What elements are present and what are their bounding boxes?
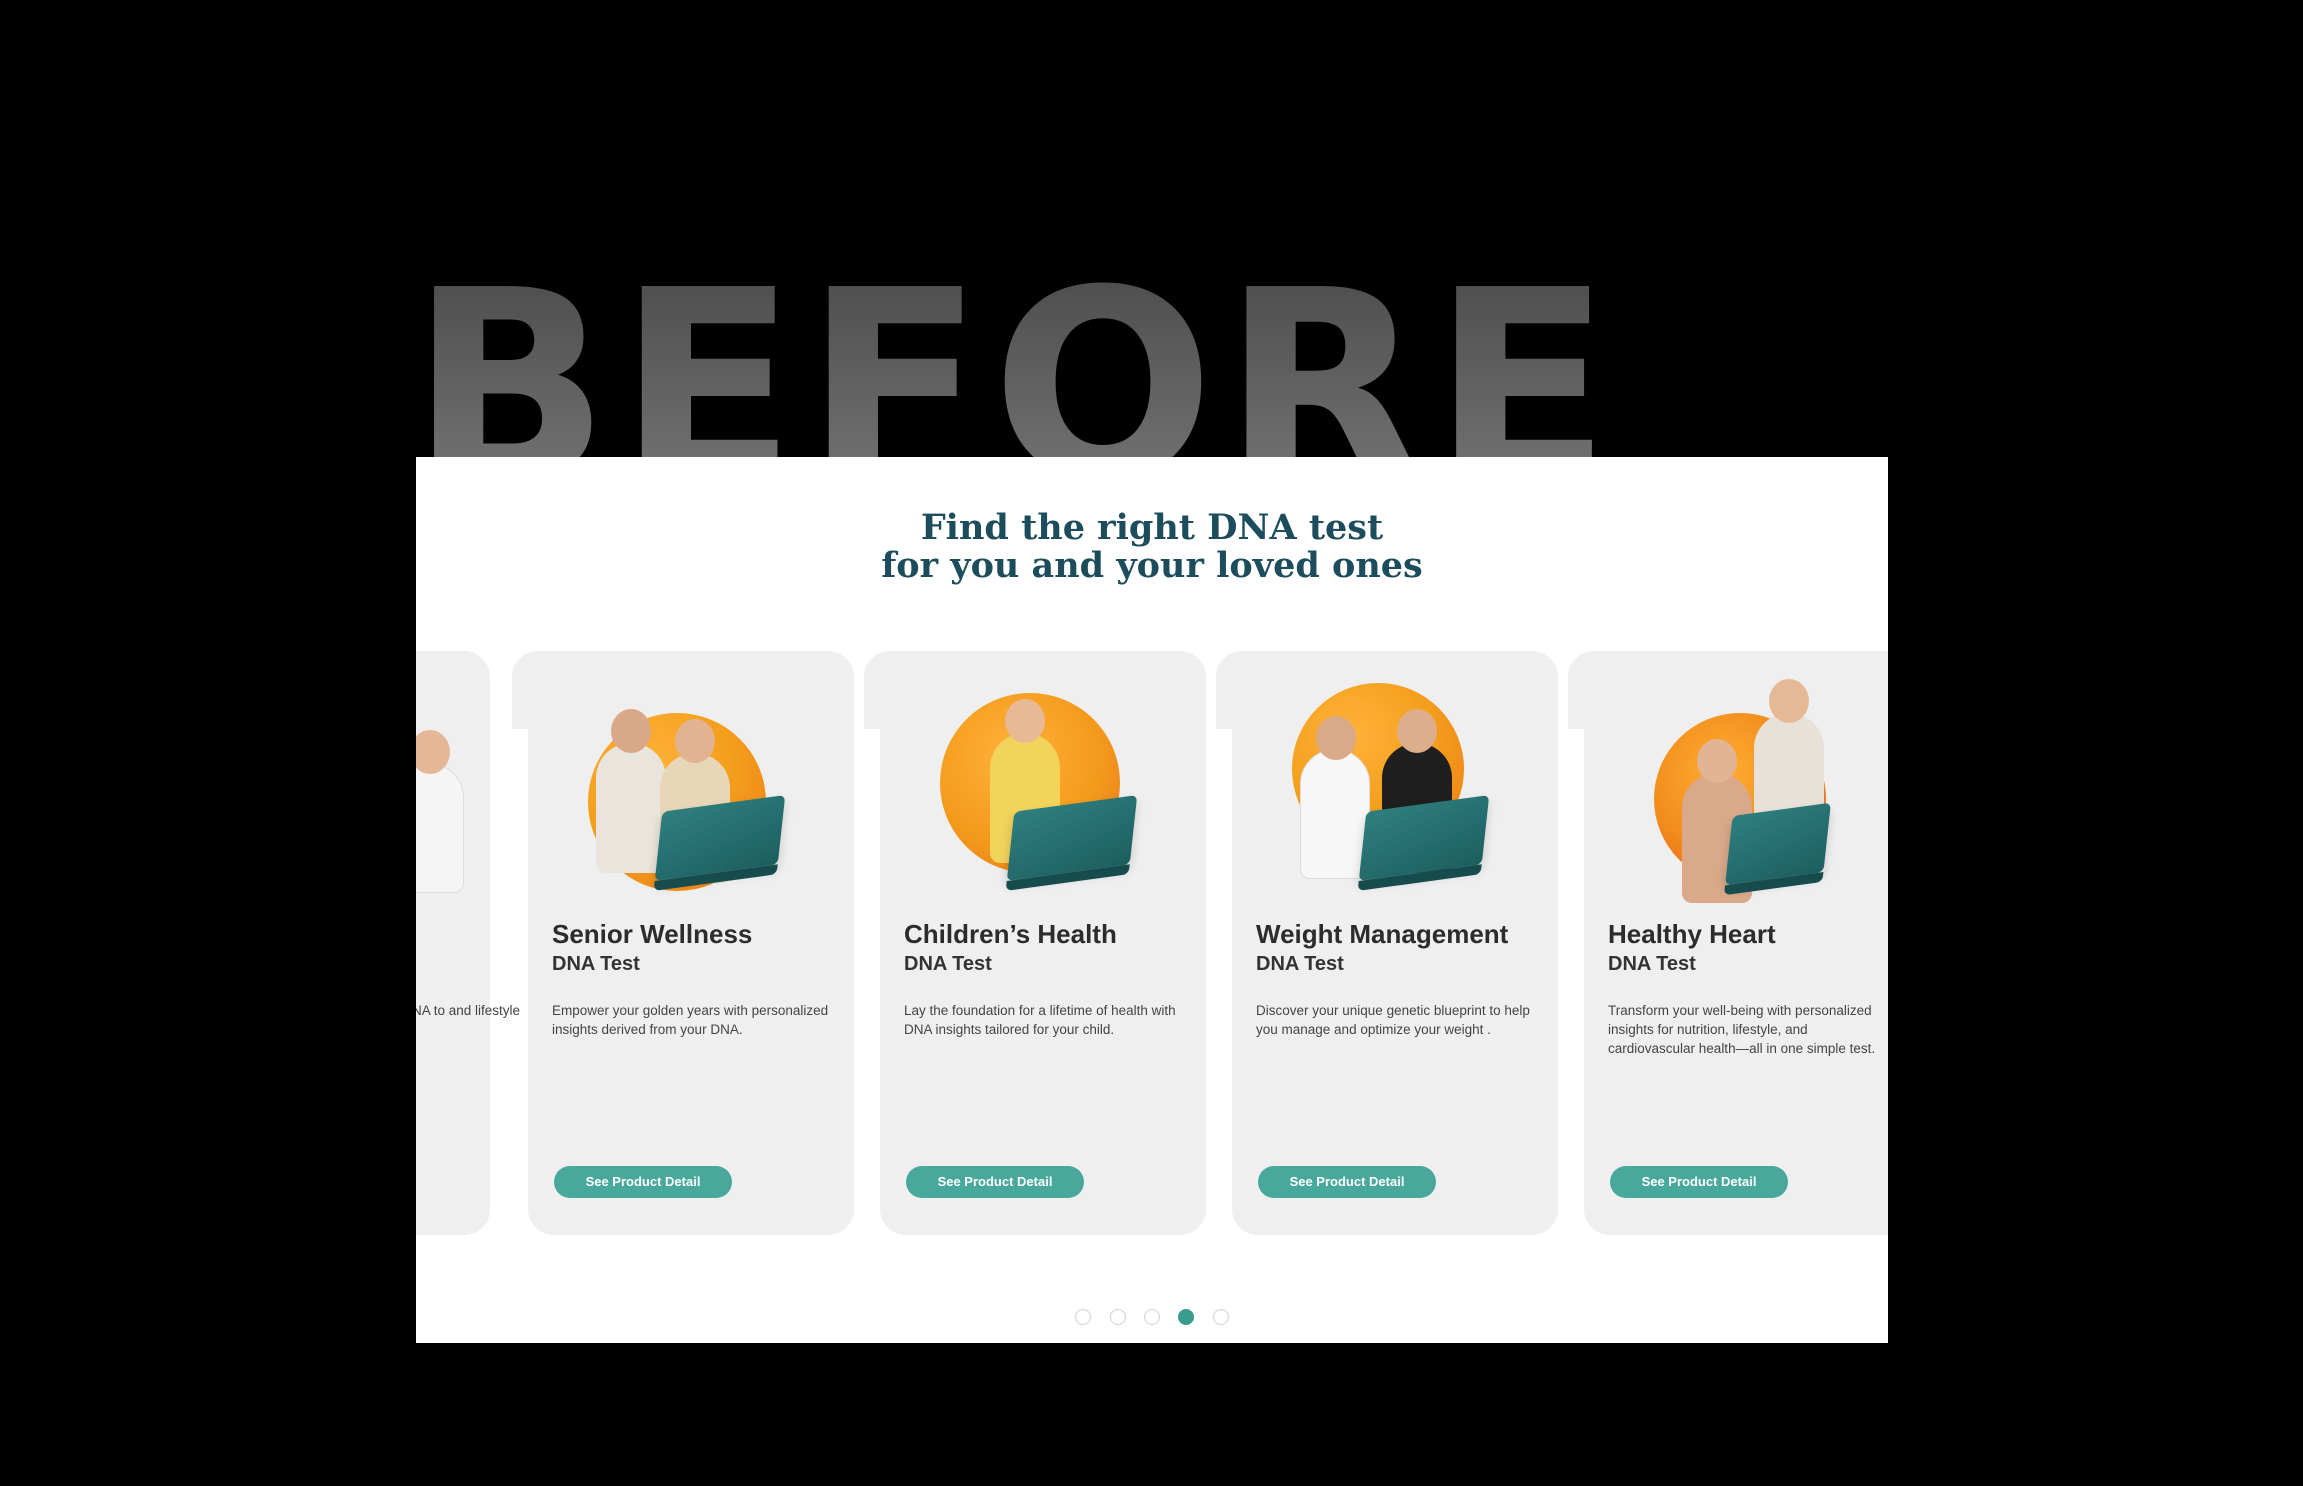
pagination-dot-4-active[interactable]	[1178, 1309, 1195, 1325]
product-card-partial[interactable]: NA to and lifestyle	[416, 651, 520, 1235]
card-description: Lay the foundation for a lifetime of hea…	[904, 1003, 1176, 1037]
pagination-dot-2[interactable]	[1109, 1309, 1126, 1325]
before-label: BEFORE	[416, 245, 1619, 458]
product-card-childrens-health[interactable]: Children’s Health DNA Test Lay the found…	[864, 651, 1206, 1235]
heading-line-1: Find the right DNA test	[920, 507, 1384, 548]
senior-wellness-image	[588, 673, 798, 891]
card-description: Transform your well-being with personali…	[1608, 1003, 1876, 1056]
card-description: Discover your unique genetic blueprint t…	[1256, 1003, 1530, 1037]
see-product-detail-button[interactable]: See Product Detail	[906, 1166, 1084, 1198]
card-subtitle: DNA Test	[1256, 953, 1344, 975]
card-subtitle: DNA Test	[1608, 953, 1696, 975]
see-product-detail-button[interactable]: See Product Detail	[1258, 1166, 1436, 1198]
product-carousel[interactable]: NA to and lifestyle Senior Wellness DNA …	[416, 651, 1888, 1235]
carousel-pagination	[416, 1309, 1888, 1329]
childrens-health-image	[940, 673, 1150, 883]
card-subtitle: DNA Test	[552, 953, 640, 975]
product-card-healthy-heart[interactable]: Healthy Heart DNA Test Transform your we…	[1568, 651, 1888, 1235]
card-subtitle: DNA Test	[904, 953, 992, 975]
card-title: Senior Wellness	[552, 919, 753, 949]
section-heading: Find the right DNA test for you and your…	[416, 509, 1888, 585]
pagination-dot-5[interactable]	[1212, 1309, 1229, 1325]
see-product-detail-button[interactable]: See Product Detail	[554, 1166, 732, 1198]
card-title: Healthy Heart	[1608, 919, 1776, 949]
heading-line-2: for you and your loved ones	[881, 545, 1423, 586]
card-description: Empower your golden years with personali…	[552, 1003, 829, 1037]
card-description: NA to and lifestyle	[416, 1003, 521, 1018]
pagination-dot-3[interactable]	[1144, 1309, 1160, 1325]
product-card-weight-management[interactable]: Weight Management DNA Test Discover your…	[1216, 651, 1558, 1235]
card-title: Children’s Health	[904, 919, 1117, 949]
weight-management-image	[1292, 673, 1502, 883]
see-product-detail-button[interactable]: See Product Detail	[1610, 1166, 1788, 1198]
product-card-senior-wellness[interactable]: Senior Wellness DNA Test Empower your go…	[512, 651, 854, 1235]
before-banner: BEFORE	[416, 245, 1888, 458]
healthy-heart-image	[1644, 673, 1854, 903]
product-section: Find the right DNA test for you and your…	[416, 457, 1888, 1343]
card-title: Weight Management	[1256, 919, 1509, 949]
pagination-dot-1[interactable]	[1075, 1309, 1092, 1325]
